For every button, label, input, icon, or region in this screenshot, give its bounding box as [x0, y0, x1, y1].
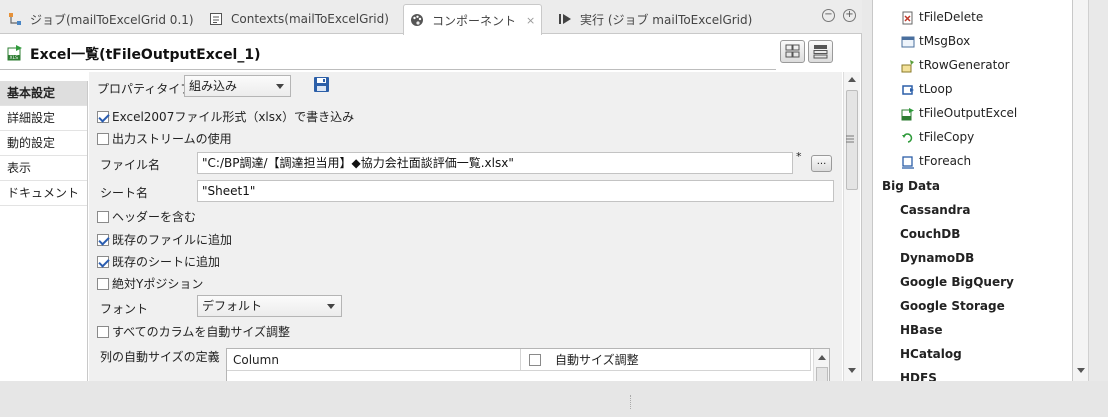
list-layout-button[interactable] [808, 40, 833, 63]
tab-run[interactable]: 実行 (ジョブ mailToExcelGrid) [552, 4, 758, 34]
vtab-advanced-settings[interactable]: 詳細設定 [0, 106, 87, 131]
grid-layout-button[interactable] [780, 40, 805, 63]
palette-category-big-data[interactable]: Big Data [882, 175, 940, 197]
sheet-name-label: シート名 [100, 186, 149, 200]
include-header-checkbox[interactable] [97, 211, 109, 223]
palette-item-tfilecopy[interactable]: tFileCopy [901, 126, 974, 148]
autosize-all-option[interactable]: すべてのカラムを自動サイズ調整 [97, 323, 290, 340]
include-header-option[interactable]: ヘッダーを含む [97, 208, 196, 225]
append-file-checkbox[interactable] [97, 234, 109, 246]
window-controls: − + [822, 9, 856, 22]
row-generator-icon [901, 58, 915, 73]
vtab-dynamic-settings[interactable]: 動的設定 [0, 131, 87, 156]
vtab-documentation[interactable]: ドキュメント [0, 181, 87, 206]
palette-sub-hcatalog[interactable]: HCatalog [900, 343, 962, 365]
file-delete-icon [901, 10, 915, 25]
tab-job[interactable]: ジョブ(mailToExcelGrid 0.1) [2, 4, 200, 34]
list-layout-icon [813, 45, 828, 59]
palette-sub-hdfs[interactable]: HDFS [900, 367, 937, 381]
bottom-area [0, 381, 1108, 417]
palette-item-tforeach[interactable]: tForeach [901, 150, 971, 172]
output-stream-checkbox[interactable] [97, 133, 109, 145]
message-box-icon [901, 34, 915, 48]
filename-input[interactable]: "C:/BP調達/【調達担当用】◆協力会社面談評価一覧.xlsx" [197, 152, 793, 174]
tab-component[interactable]: コンポーネント × [403, 4, 543, 35]
absolute-y-checkbox[interactable] [97, 278, 109, 290]
autosize-all-checkbox[interactable] [97, 326, 109, 338]
output-stream-option[interactable]: 出力ストリームの使用 [97, 130, 232, 147]
palette-sub-couchdb[interactable]: CouchDB [900, 223, 960, 245]
foreach-icon [901, 154, 915, 169]
font-select[interactable]: デフォルト [197, 295, 342, 317]
palette-item-tmsgbox[interactable]: tMsgBox [901, 30, 970, 52]
chevron-down-icon [276, 84, 284, 89]
table-scroll-thumb[interactable] [816, 367, 828, 381]
scroll-up-icon[interactable] [818, 355, 826, 360]
resize-grip[interactable] [630, 395, 633, 409]
page-title: Excel一覧(tFileOutputExcel_1) [30, 47, 261, 63]
loop-icon [901, 82, 915, 96]
job-icon [8, 12, 22, 26]
palette-item-trowgenerator[interactable]: tRowGenerator [901, 54, 1010, 76]
required-marker: * [796, 150, 802, 163]
excel-output-icon [901, 106, 915, 121]
palette-sub-hbase[interactable]: HBase [900, 319, 943, 341]
autosize-header[interactable]: 自動サイズ調整 [521, 349, 811, 371]
table-scrollbar[interactable] [813, 349, 829, 381]
component-palette: tFileDelete tMsgBox tRowGenerator tLoop … [872, 0, 1073, 381]
browse-button[interactable]: ... [811, 155, 832, 172]
component-view: ジョブ(mailToExcelGrid 0.1) Contexts(mailTo… [0, 0, 862, 381]
filename-label: ファイル名 [100, 158, 161, 172]
header-divider [0, 69, 776, 70]
autosize-table: Column 自動サイズ調整 [226, 348, 830, 381]
append-sheet-checkbox[interactable] [97, 256, 109, 268]
contexts-icon [209, 12, 223, 26]
property-type-select[interactable]: 組み込み [184, 75, 291, 97]
palette-sub-cassandra[interactable]: Cassandra [900, 199, 970, 221]
file-copy-icon [901, 130, 915, 144]
grid-layout-icon [785, 44, 800, 58]
palette-item-tloop[interactable]: tLoop [901, 78, 952, 100]
palette-sub-google-storage[interactable]: Google Storage [900, 295, 1005, 317]
excel2007-option[interactable]: Excel2007ファイル形式（xlsx）で書き込み [97, 108, 354, 125]
excel-output-icon: XLS [7, 44, 23, 61]
append-file-option[interactable]: 既存のファイルに追加 [97, 231, 232, 248]
form-scrollbar[interactable] [843, 72, 860, 381]
editor-tab-bar: ジョブ(mailToExcelGrid 0.1) Contexts(mailTo… [0, 0, 862, 35]
palette-sub-google-bigquery[interactable]: Google BigQuery [900, 271, 1014, 293]
vtab-basic-settings[interactable]: 基本設定 [0, 81, 87, 106]
column-header[interactable]: Column [227, 349, 521, 371]
scroll-down-icon[interactable] [1077, 368, 1085, 373]
maximize-icon[interactable]: + [843, 9, 856, 22]
palette-item-tfileoutputexcel[interactable]: tFileOutputExcel [901, 102, 1017, 124]
palette-scrollbar[interactable] [1073, 0, 1089, 381]
palette-sub-dynamodb[interactable]: DynamoDB [900, 247, 974, 269]
run-icon [558, 12, 572, 26]
scroll-down-icon[interactable] [848, 368, 856, 373]
autosize-definition-label: 列の自動サイズの定義 [100, 350, 220, 364]
append-sheet-option[interactable]: 既存のシートに追加 [97, 253, 220, 270]
vtab-view[interactable]: 表示 [0, 156, 87, 181]
font-label: フォント [100, 302, 149, 316]
save-icon[interactable] [313, 76, 330, 93]
basic-settings-form: プロパティタイプ 組み込み Excel2007ファイル形式（xlsx）で書き込み… [89, 72, 842, 381]
close-icon[interactable]: × [526, 14, 535, 27]
svg-text:XLS: XLS [10, 55, 19, 61]
excel2007-checkbox[interactable] [97, 111, 109, 123]
tab-contexts[interactable]: Contexts(mailToExcelGrid) [203, 4, 395, 34]
sash-grip-icon[interactable] [846, 133, 854, 143]
chevron-down-icon [327, 304, 335, 309]
palette-item-tfiledelete[interactable]: tFileDelete [901, 6, 983, 28]
autosize-header-checkbox[interactable] [529, 354, 541, 366]
component-header: XLS Excel一覧(tFileOutputExcel_1) [0, 35, 862, 71]
minimize-icon[interactable]: − [822, 9, 835, 22]
sheet-name-input[interactable]: "Sheet1" [197, 180, 834, 202]
absolute-y-option[interactable]: 絶対Yポジション [97, 275, 203, 292]
settings-tabs: 基本設定 詳細設定 動的設定 表示 ドキュメント [0, 81, 88, 381]
property-type-label: プロパティタイプ [97, 82, 193, 96]
scroll-up-icon[interactable] [848, 77, 856, 82]
palette-icon [410, 13, 424, 27]
